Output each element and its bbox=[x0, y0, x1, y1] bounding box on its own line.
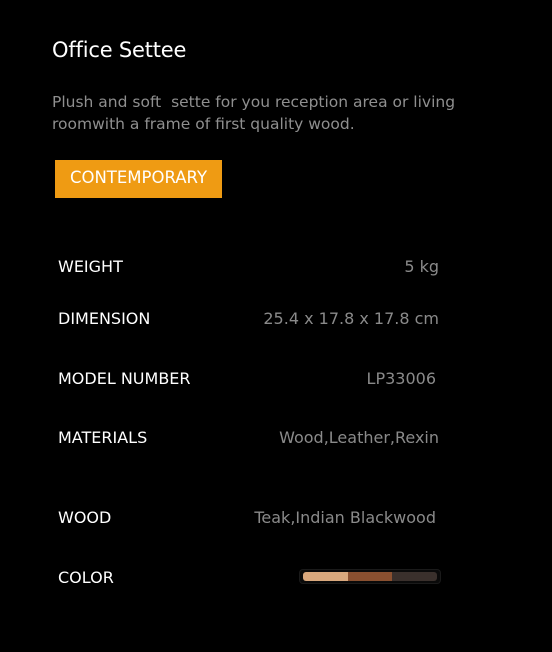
wood-label: WOOD bbox=[58, 508, 112, 527]
dimension-value: 25.4 x 17.8 x 17.8 cm bbox=[263, 309, 439, 328]
wood-value: Teak,Indian Blackwood bbox=[254, 508, 436, 527]
color-swatch-light-wood[interactable] bbox=[303, 572, 348, 581]
color-label: COLOR bbox=[58, 568, 114, 587]
style-badge: CONTEMPORARY bbox=[55, 160, 222, 198]
materials-label: MATERIALS bbox=[58, 428, 148, 447]
product-description: Plush and soft sette for you reception a… bbox=[52, 93, 460, 133]
color-swatch-medium-wood[interactable] bbox=[347, 572, 393, 581]
model-number-value: LP33006 bbox=[366, 369, 436, 388]
weight-value: 5 kg bbox=[404, 257, 439, 276]
dimension-label: DIMENSION bbox=[58, 309, 151, 328]
materials-value: Wood,Leather,Rexin bbox=[279, 428, 439, 447]
product-title: Office Settee bbox=[52, 38, 187, 62]
weight-label: WEIGHT bbox=[58, 257, 123, 276]
model-number-label: MODEL NUMBER bbox=[58, 369, 191, 388]
color-swatches bbox=[300, 570, 440, 583]
color-swatch-dark-wood[interactable] bbox=[392, 572, 438, 581]
